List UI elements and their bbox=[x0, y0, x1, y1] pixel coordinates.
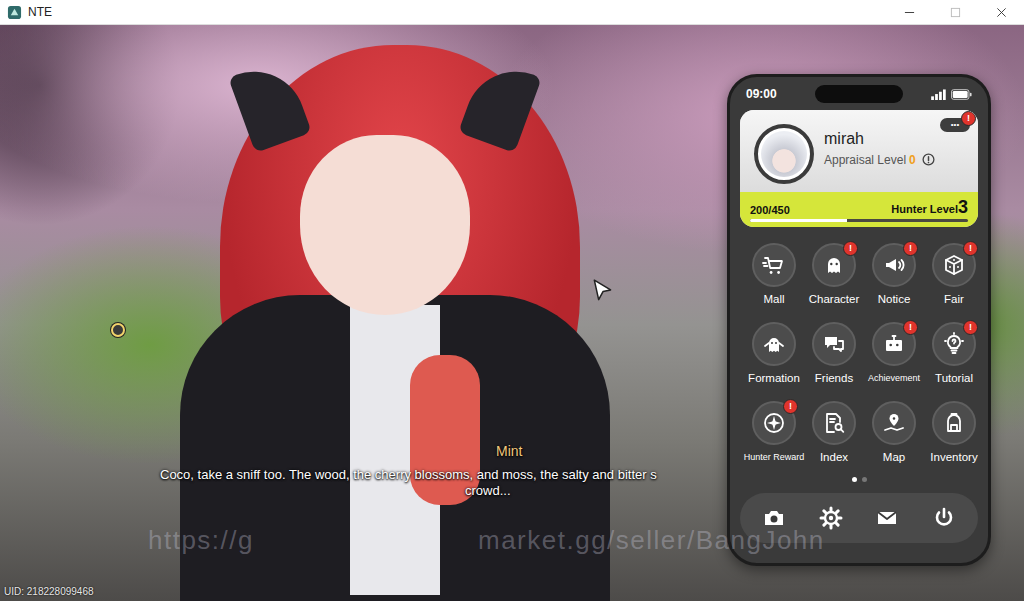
ghost-icon bbox=[822, 253, 846, 277]
alert-badge: ! bbox=[963, 320, 978, 335]
compass-icon bbox=[762, 411, 786, 435]
watermark-text: https://g bbox=[148, 525, 254, 556]
xp-progress-bar bbox=[750, 219, 968, 222]
game-window: NTE Mint Coco, take a sniff too. The wood,… bbox=[0, 0, 1024, 601]
app-button[interactable]: ! Character bbox=[804, 243, 864, 307]
page-dot[interactable] bbox=[852, 477, 857, 482]
profile-avatar[interactable] bbox=[754, 124, 814, 184]
watermark: https://g market.gg/seller/BangJohn bbox=[0, 25, 1024, 601]
app-label: Inventory bbox=[930, 450, 977, 465]
alert-badge: ! bbox=[843, 241, 858, 256]
phone-dock bbox=[740, 493, 978, 543]
app-label: Index bbox=[820, 450, 848, 465]
app-label: Fair bbox=[944, 292, 964, 307]
appraisal-level: Appraisal Level0 bbox=[824, 153, 935, 167]
chat-icon bbox=[822, 332, 846, 356]
app-button[interactable]: ! Tutorial bbox=[924, 322, 984, 386]
app-button[interactable]: ! Fair bbox=[924, 243, 984, 307]
uid-label: UID: 218228099468 bbox=[4, 586, 94, 597]
alert-badge: ! bbox=[903, 241, 918, 256]
robot-icon bbox=[882, 332, 906, 356]
alert-badge: ! bbox=[783, 399, 798, 414]
search-document-icon bbox=[822, 411, 846, 435]
backpack-icon bbox=[942, 411, 966, 435]
phone-time: 09:00 bbox=[746, 87, 777, 101]
watermark-text: market.gg/seller/BangJohn bbox=[478, 525, 825, 556]
app-button[interactable]: Map bbox=[864, 401, 924, 465]
app-button[interactable]: Mall bbox=[744, 243, 804, 307]
app-label: Friends bbox=[815, 371, 853, 386]
power-icon bbox=[932, 506, 956, 530]
camera-button[interactable] bbox=[754, 498, 794, 538]
dialogue-box[interactable]: Mint Coco, take a sniff too. The wood, th… bbox=[160, 443, 725, 499]
app-label: Achievement bbox=[868, 371, 920, 386]
profile-card[interactable]: mirah Appraisal Level0 •••! 200/450 Hunter L… bbox=[740, 110, 978, 227]
character-art bbox=[150, 25, 620, 601]
phone-notch bbox=[815, 85, 903, 103]
formation-icon bbox=[762, 332, 786, 356]
app-label: Tutorial bbox=[935, 371, 973, 386]
alert-badge: ! bbox=[963, 241, 978, 256]
game-logo-icon bbox=[7, 5, 22, 20]
app-button[interactable]: Friends bbox=[804, 322, 864, 386]
app-label: Notice bbox=[878, 292, 911, 307]
app-label: Formation bbox=[748, 371, 800, 386]
phone-menu: 09:00 mirah Appraisal Level0 •••! 200/450 Hun… bbox=[727, 74, 991, 566]
mail-icon bbox=[875, 506, 899, 530]
maximize-button[interactable] bbox=[932, 0, 978, 24]
mouse-cursor-icon bbox=[592, 278, 614, 304]
more-button[interactable]: •••! bbox=[940, 118, 970, 132]
phone-status-bar: 09:00 bbox=[740, 82, 978, 106]
app-button[interactable]: ! Achievement bbox=[864, 322, 924, 386]
window-title: NTE bbox=[28, 5, 52, 19]
mail-button[interactable] bbox=[867, 498, 907, 538]
app-label: Character bbox=[809, 292, 860, 307]
bulb-icon bbox=[942, 332, 966, 356]
app-grid: Mall! Character! Notice! Fair Formation Frien… bbox=[740, 243, 978, 465]
cart-icon bbox=[762, 253, 786, 277]
app-button[interactable]: Formation bbox=[744, 322, 804, 386]
camera-icon bbox=[762, 506, 786, 530]
app-button[interactable]: Inventory bbox=[924, 401, 984, 465]
xp-progress-fill bbox=[750, 219, 847, 222]
character-face bbox=[300, 135, 470, 315]
power-button[interactable] bbox=[924, 498, 964, 538]
title-bar: NTE bbox=[0, 0, 1024, 25]
app-button[interactable]: Index bbox=[804, 401, 864, 465]
info-icon[interactable] bbox=[922, 153, 935, 166]
interaction-marker[interactable] bbox=[111, 323, 125, 337]
maximize-icon bbox=[950, 7, 961, 18]
plush-toy bbox=[410, 355, 480, 505]
close-button[interactable] bbox=[978, 0, 1024, 24]
avatar-picture bbox=[761, 131, 807, 177]
page-indicator bbox=[740, 477, 978, 482]
settings-button[interactable] bbox=[811, 498, 851, 538]
app-label: Mall bbox=[763, 292, 784, 307]
hunter-level-strip: 200/450 Hunter Level3 bbox=[740, 192, 978, 227]
app-button[interactable]: ! Notice bbox=[864, 243, 924, 307]
dialogue-speaker: Mint bbox=[160, 443, 725, 459]
game-scene: Mint Coco, take a sniff too. The wood, th… bbox=[0, 25, 1024, 601]
alert-badge: ! bbox=[961, 111, 976, 126]
dice-icon bbox=[942, 253, 966, 277]
signal-icon bbox=[931, 89, 946, 100]
alert-badge: ! bbox=[903, 320, 918, 335]
map-pin-icon bbox=[882, 411, 906, 435]
gear-icon bbox=[819, 506, 843, 530]
battery-icon bbox=[951, 89, 972, 100]
profile-name: mirah bbox=[824, 130, 935, 148]
hunter-level: Hunter Level3 bbox=[891, 198, 968, 216]
megaphone-icon bbox=[882, 253, 906, 277]
minimize-button[interactable] bbox=[886, 0, 932, 24]
page-dot[interactable] bbox=[862, 477, 867, 482]
xp-reading: 200/450 bbox=[750, 204, 790, 216]
app-label: Map bbox=[883, 450, 905, 465]
app-button[interactable]: ! Hunter Reward bbox=[744, 401, 804, 465]
dialogue-line: crowd... bbox=[160, 483, 725, 499]
close-icon bbox=[996, 7, 1007, 18]
dialogue-line: Coco, take a sniff too. The wood, the ch… bbox=[160, 467, 725, 483]
app-label: Hunter Reward bbox=[744, 450, 805, 465]
minimize-icon bbox=[904, 7, 915, 18]
